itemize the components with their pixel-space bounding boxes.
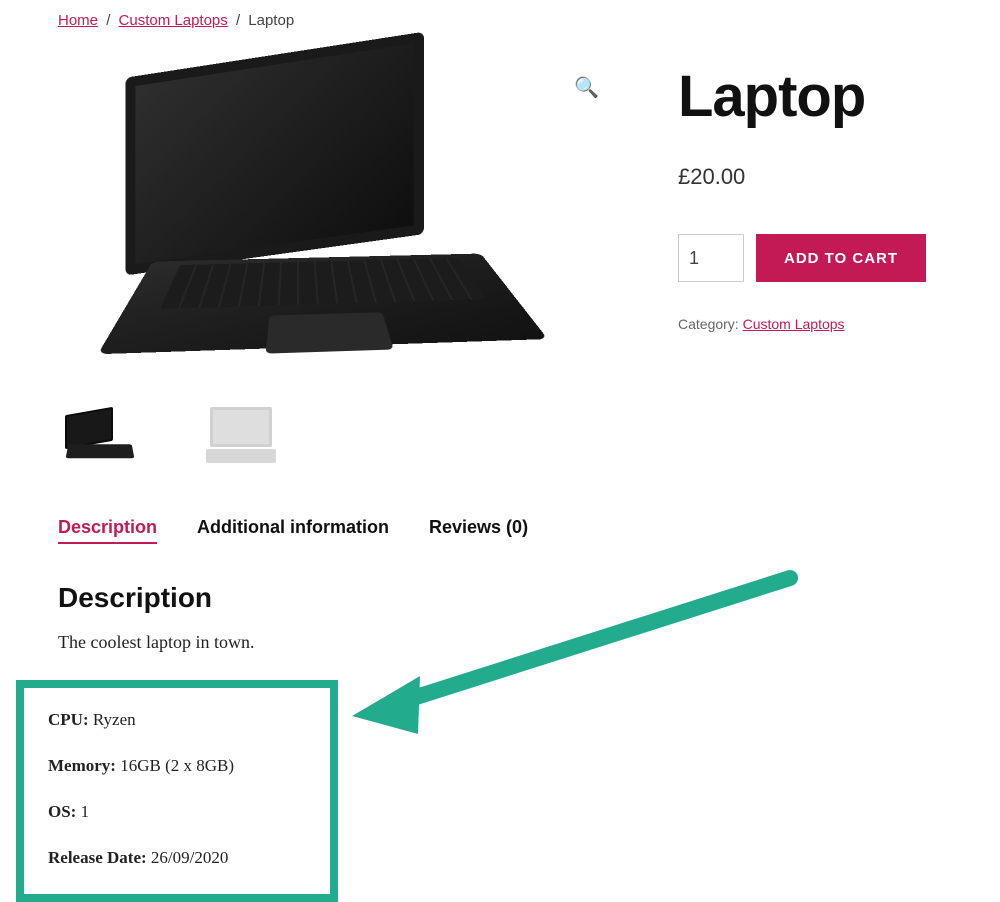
product-category: Category: Custom Laptops (678, 316, 926, 332)
spec-memory-label: Memory: (48, 756, 116, 775)
category-label: Category: (678, 316, 739, 332)
tab-reviews[interactable]: Reviews (0) (429, 517, 528, 544)
spec-os-value: 1 (81, 802, 90, 821)
breadcrumb-category[interactable]: Custom Laptops (119, 12, 228, 29)
breadcrumb-current: Laptop (248, 12, 294, 29)
add-to-cart-button[interactable]: ADD TO CART (756, 234, 926, 282)
product-main-image[interactable] (93, 65, 553, 375)
category-link[interactable]: Custom Laptops (743, 316, 845, 332)
tab-description[interactable]: Description (58, 517, 157, 544)
quantity-input[interactable] (678, 234, 744, 282)
product-gallery: 🔍 (58, 65, 588, 469)
spec-cpu-label: CPU: (48, 710, 89, 729)
description-heading: Description (58, 582, 942, 614)
spec-release-label: Release Date: (48, 848, 147, 867)
product-thumbnail[interactable] (200, 399, 282, 469)
spec-cpu: CPU: Ryzen (48, 710, 306, 730)
product-tabs: Description Additional information Revie… (58, 517, 942, 544)
product-summary: Laptop £20.00 ADD TO CART Category: Cust… (678, 65, 926, 469)
spec-os: OS: 1 (48, 802, 306, 822)
tab-additional-information[interactable]: Additional information (197, 517, 389, 544)
breadcrumb: Home / Custom Laptops / Laptop (58, 12, 942, 29)
spec-memory: Memory: 16GB (2 x 8GB) (48, 756, 306, 776)
product-price: £20.00 (678, 164, 926, 190)
description-tagline: The coolest laptop in town. (58, 632, 942, 653)
breadcrumb-home[interactable]: Home (58, 12, 98, 29)
spec-os-label: OS: (48, 802, 76, 821)
specs-highlight-box: CPU: Ryzen Memory: 16GB (2 x 8GB) OS: 1 … (16, 680, 338, 902)
breadcrumb-sep: / (102, 12, 114, 29)
zoom-icon[interactable]: 🔍 (574, 75, 596, 97)
spec-release-value: 26/09/2020 (151, 848, 228, 867)
spec-release-date: Release Date: 26/09/2020 (48, 848, 306, 868)
spec-cpu-value: Ryzen (93, 710, 136, 729)
spec-memory-value: 16GB (2 x 8GB) (120, 756, 234, 775)
breadcrumb-sep: / (232, 12, 244, 29)
product-thumbnail[interactable] (58, 399, 140, 469)
product-title: Laptop (678, 63, 926, 130)
